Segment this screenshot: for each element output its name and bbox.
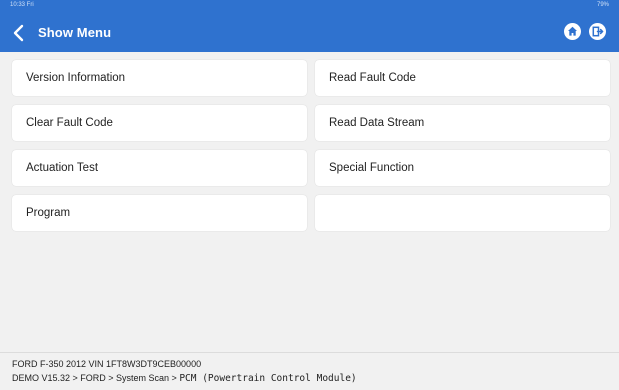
menu-item-version-information[interactable]: Version Information	[12, 60, 307, 96]
menu-item-read-fault-code[interactable]: Read Fault Code	[315, 60, 610, 96]
home-button[interactable]	[564, 23, 581, 40]
vehicle-info-footer: FORD F-350 2012 VIN 1FT8W3DT9CEB00000 DE…	[0, 352, 619, 390]
menu-item-clear-fault-code[interactable]: Clear Fault Code	[12, 105, 307, 141]
exit-icon	[592, 26, 604, 37]
home-icon	[568, 26, 577, 36]
status-battery: 79%	[596, 2, 609, 8]
status-time: 10:33 Fri	[10, 2, 34, 8]
chevron-left-icon[interactable]	[12, 24, 26, 42]
exit-button[interactable]	[589, 23, 606, 40]
menu-item-program[interactable]: Program	[12, 195, 307, 231]
menu-item-read-data-stream[interactable]: Read Data Stream	[315, 105, 610, 141]
device-screen: 10:33 Fri 79% Show Menu Version Informat…	[0, 0, 619, 390]
menu-item-empty	[315, 195, 610, 231]
vehicle-info: FORD F-350 2012 VIN 1FT8W3DT9CEB00000	[12, 359, 202, 369]
page-title: Show Menu	[38, 25, 112, 40]
status-bar: 10:33 Fri 79%	[10, 2, 609, 12]
menu-item-special-function[interactable]: Special Function	[315, 150, 610, 186]
top-bar: 10:33 Fri 79% Show Menu	[0, 0, 619, 52]
breadcrumb: DEMO V15.32 > FORD > System Scan > PCM (…	[12, 373, 357, 384]
breadcrumb-module: PCM (Powertrain Control Module)	[179, 373, 357, 384]
breadcrumb-path: DEMO V15.32 > FORD > System Scan >	[12, 373, 180, 383]
menu-item-actuation-test[interactable]: Actuation Test	[12, 150, 307, 186]
